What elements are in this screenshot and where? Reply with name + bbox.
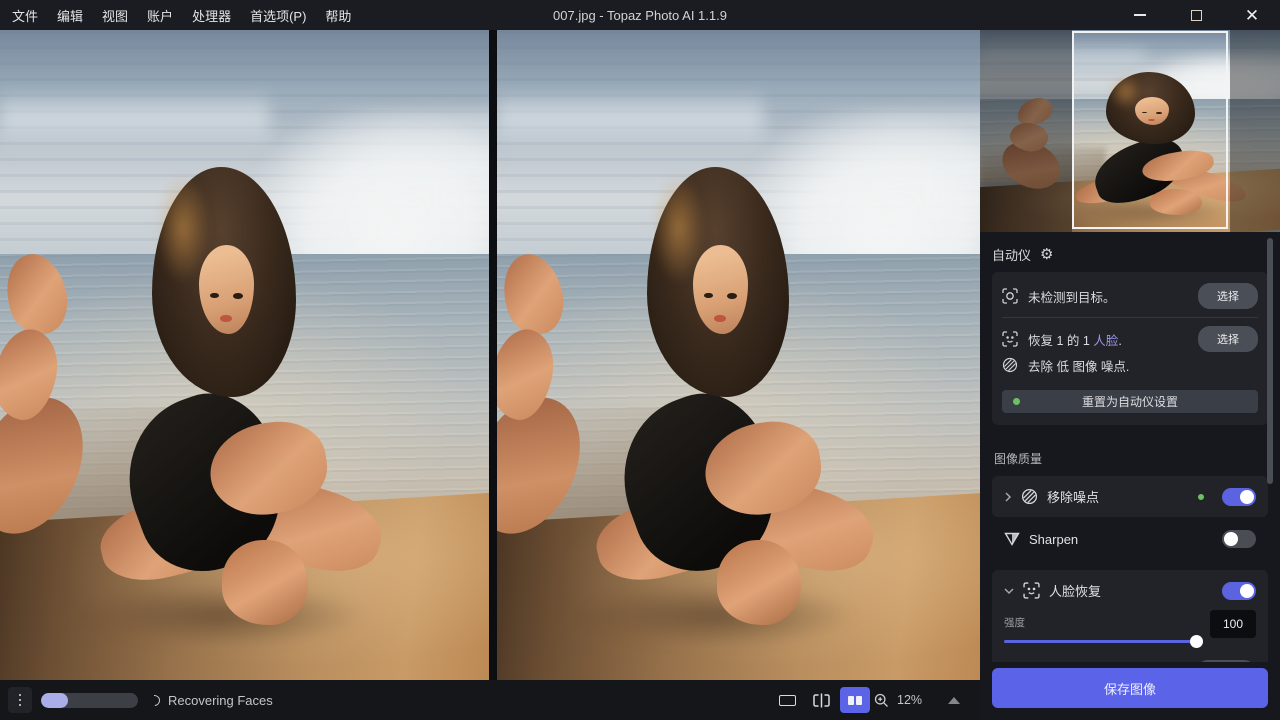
thumbnail-dim-left [980,30,1072,232]
view-mode-switcher [772,680,870,720]
subject-detection-row: 未检测到目标。 选择 [1002,283,1258,309]
close-button[interactable]: ✕ [1224,0,1280,30]
kebab-menu-icon [19,694,22,697]
save-image-button[interactable]: 保存图像 [992,668,1268,708]
autopilot-header: 自动仪 ⚙ [992,245,1268,263]
noise-status-text: 去除 低 图像 噪点. [1028,356,1129,375]
zoom-level-value[interactable]: 12% [897,693,922,707]
settings-sidebar: 自动仪 ⚙ 未检测到目标。 选择 [980,30,1280,720]
single-view-button[interactable] [772,687,802,713]
green-status-icon [1013,398,1020,405]
subject-status-text: 未检测到目标。 [1028,287,1116,306]
sharpen-label: Sharpen [1029,532,1078,547]
slider-handle[interactable] [1190,635,1203,648]
menu-bar: 文件 编辑 视图 账户 处理器 首选项(P) 帮助 [0,6,370,25]
menu-processor[interactable]: 处理器 [192,6,231,25]
chevron-down-icon[interactable] [1004,587,1014,595]
autopilot-card: 未检测到目标。 选择 恢复 1 的 1 人脸. 选择 [992,272,1268,425]
face-recovery-icon [1023,582,1040,599]
navigation-thumbnail[interactable] [980,30,1280,232]
split-view-icon [812,693,831,708]
target-detect-icon [1002,288,1018,304]
zoom-in-icon[interactable] [874,693,889,708]
image-viewer [0,30,980,680]
maximize-icon [1191,10,1202,21]
photo-subject-woman [497,30,980,680]
denoise-label: 移除噪点 [1047,487,1099,506]
progress-bar [41,693,138,708]
after-image-pane[interactable] [497,30,980,680]
menu-file[interactable]: 文件 [12,6,38,25]
viewport-rectangle[interactable] [1072,31,1228,229]
kebab-menu-button[interactable] [8,687,32,713]
menu-help[interactable]: 帮助 [325,6,351,25]
spinner-icon [147,692,162,707]
beach-photo [0,30,489,680]
noise-removal-row: 去除 低 图像 噪点. [1002,352,1258,378]
close-icon: ✕ [1245,7,1259,24]
image-quality-section-title: 图像质量 [994,450,1266,467]
beach-photo [497,30,980,680]
side-by-side-icon [848,696,862,705]
divider [1002,317,1258,318]
denoise-card[interactable]: 移除噪点 [992,476,1268,517]
face-selection-row: 1人脸选择 选择 [1004,660,1256,662]
menu-account[interactable]: 账户 [147,6,173,25]
denoise-icon [1002,357,1018,373]
chevron-right-icon[interactable] [1004,492,1012,502]
minimize-icon [1134,14,1146,16]
titlebar: 文件 编辑 视图 账户 处理器 首选项(P) 帮助 007.jpg - Topa… [0,0,1280,30]
menu-edit[interactable]: 编辑 [57,6,83,25]
window-controls: ✕ [1112,0,1280,30]
sharpen-icon [1004,532,1020,546]
panel-scrollbar[interactable] [1267,238,1273,484]
window-title: 007.jpg - Topaz Photo AI 1.1.9 [553,8,727,23]
side-by-side-view-button[interactable] [840,687,870,713]
green-status-icon [1198,494,1204,500]
face-recovery-row: 恢复 1 的 1 人脸. 选择 [1002,326,1258,352]
sharpen-toggle[interactable] [1222,530,1256,548]
reset-autopilot-button[interactable]: 重置为自动仪设置 [1002,390,1258,413]
photo-subject-woman [0,30,489,680]
menu-view[interactable]: 视图 [102,6,128,25]
denoise-toggle[interactable] [1222,488,1256,506]
maximize-button[interactable] [1168,0,1224,30]
subject-select-button[interactable]: 选择 [1198,283,1258,309]
minimize-button[interactable] [1112,0,1168,30]
before-image-pane[interactable] [0,30,489,680]
face-detect-icon [1002,331,1018,347]
face-selection-button[interactable]: 选择 [1196,660,1256,662]
sharpen-row[interactable]: Sharpen [992,517,1268,561]
face-recovery-label: 人脸恢复 [1049,581,1101,600]
split-view-button[interactable] [806,687,836,713]
single-view-icon [779,695,796,706]
face-recovery-card: 人脸恢复 强度 100 1人脸选择 选择 [992,570,1268,662]
face-link[interactable]: 人脸 [1093,334,1118,348]
strength-value-field[interactable]: 100 [1210,610,1256,638]
menu-preferences[interactable]: 首选项(P) [250,6,306,25]
face-select-button[interactable]: 选择 [1198,326,1258,352]
topaz-photo-ai-window: 文件 编辑 视图 账户 处理器 首选项(P) 帮助 007.jpg - Topa… [0,0,1280,720]
denoise-icon [1021,488,1038,505]
strength-control: 强度 100 [1004,615,1256,643]
zoom-control: 12% [874,680,960,720]
processing-status-text: Recovering Faces [168,693,273,708]
face-recovery-toggle[interactable] [1222,582,1256,600]
zoom-dropdown-arrow-icon[interactable] [948,697,960,704]
status-bar: Recovering Faces 12% [0,680,980,720]
progress-fill [41,693,68,708]
autopilot-title: 自动仪 [992,245,1031,264]
settings-panel: 自动仪 ⚙ 未检测到目标。 选择 [980,232,1280,662]
strength-slider[interactable] [1004,640,1196,643]
gear-icon[interactable]: ⚙ [1040,247,1053,262]
face-status-text: 恢复 1 的 1 人脸. [1028,330,1122,349]
thumbnail-dim-right [1230,30,1280,232]
